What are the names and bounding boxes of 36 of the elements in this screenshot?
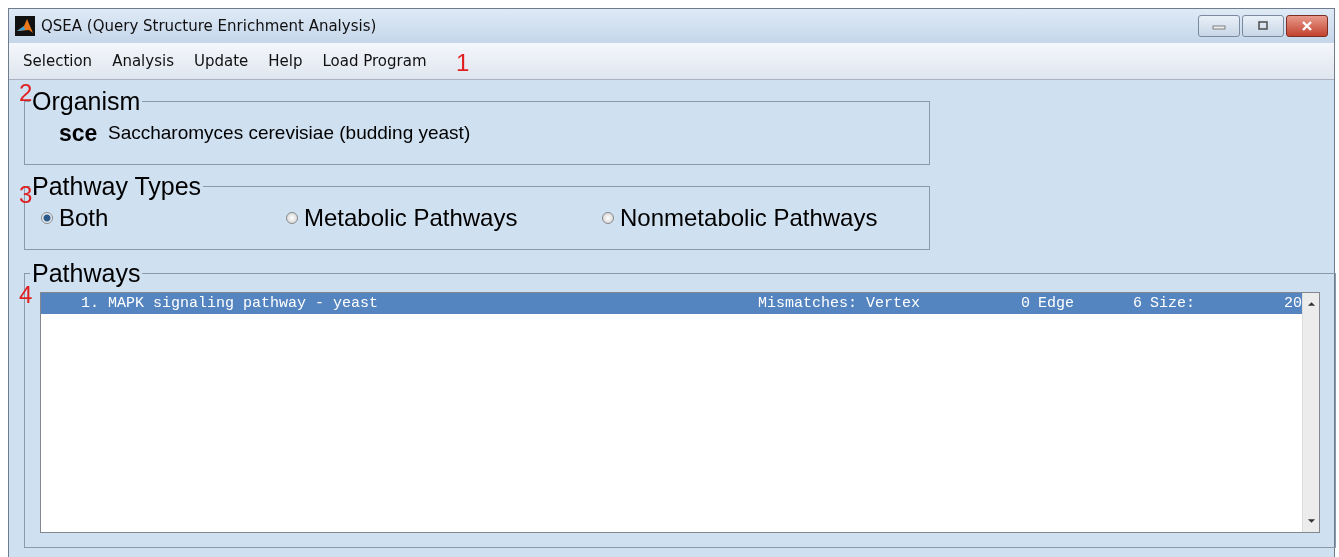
organism-code: sce bbox=[58, 119, 99, 147]
close-button[interactable] bbox=[1286, 15, 1328, 37]
row-text: 1. MAPK signaling pathway - yeast bbox=[80, 295, 380, 312]
panel-title: Pathways bbox=[32, 260, 142, 286]
radio-option[interactable]: Both bbox=[41, 204, 286, 232]
radio-option[interactable]: Metabolic Pathways bbox=[286, 204, 602, 232]
row-text: 0 bbox=[1020, 295, 1031, 312]
row-text: Edge bbox=[1038, 295, 1075, 312]
callout-number: 4 bbox=[19, 283, 33, 307]
scroll-down-arrow-icon[interactable] bbox=[1306, 518, 1316, 524]
scroll-up-arrow-icon[interactable] bbox=[1306, 301, 1316, 307]
radio-button[interactable] bbox=[286, 212, 298, 224]
row-text: 6 bbox=[1132, 295, 1143, 312]
panel-title: Pathway Types bbox=[31, 173, 203, 199]
minimize-button[interactable] bbox=[1198, 15, 1240, 37]
radio-button[interactable] bbox=[41, 212, 53, 224]
maximize-button[interactable] bbox=[1242, 15, 1284, 37]
menu-item[interactable]: Selection bbox=[15, 52, 105, 70]
app-icon bbox=[15, 16, 35, 36]
menu-item[interactable]: Help bbox=[260, 52, 315, 70]
radio-button[interactable] bbox=[602, 212, 614, 224]
row-text: 20 bbox=[1283, 295, 1302, 312]
row-text: Mismatches: Vertex bbox=[758, 295, 922, 312]
callout-number: 1 bbox=[456, 51, 470, 75]
callout-number: 2 bbox=[19, 81, 33, 105]
menu-item[interactable]: Analysis bbox=[104, 52, 186, 70]
organism-name: Saccharomyces cerevisiae (budding yeast) bbox=[108, 122, 471, 144]
panel-title: Organism bbox=[31, 88, 142, 114]
callout-number: 3 bbox=[19, 183, 33, 207]
window-title: QSEA (Query Structure Enrichment Analysis) bbox=[41, 17, 378, 35]
row-text: Size: bbox=[1150, 295, 1196, 312]
scrollbar[interactable] bbox=[1302, 293, 1319, 532]
menu-item[interactable]: Update bbox=[185, 52, 261, 70]
radio-option[interactable]: Nonmetabolic Pathways bbox=[602, 204, 878, 232]
list-row[interactable]: 1. MAPK signaling pathway - yeast Mismatches: Vertex 0 Edge 6 Size: 20 bbox=[41, 293, 1302, 314]
menu-item[interactable]: Load Program bbox=[314, 52, 439, 70]
